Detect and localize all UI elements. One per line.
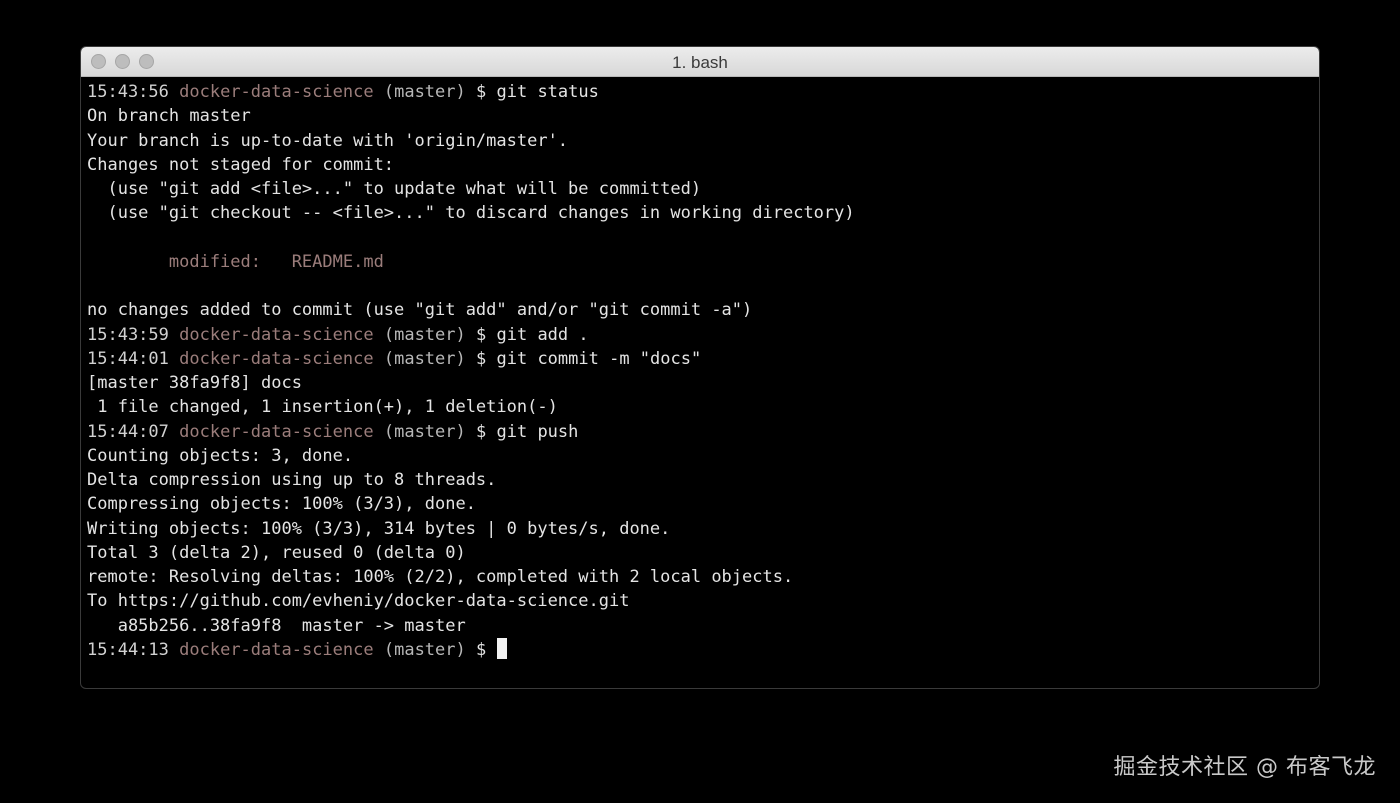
prompt-time: 15:44:01 xyxy=(87,348,169,369)
prompt-directory: docker-data-science xyxy=(179,639,374,660)
prompt-branch: (master) xyxy=(383,421,466,442)
prompt-symbol: $ xyxy=(476,348,487,369)
output-line: Total 3 (delta 2), reused 0 (delta 0) xyxy=(87,542,466,563)
output-line: Counting objects: 3, done. xyxy=(87,445,354,466)
output-line: [master 38fa9f8] docs xyxy=(87,373,302,393)
output-line: Your branch is up-to-date with 'origin/m… xyxy=(87,130,569,151)
prompt-time: 15:43:59 xyxy=(87,324,169,345)
prompt-branch: (master) xyxy=(383,324,466,345)
command-text: git push xyxy=(496,421,579,442)
prompt-symbol: $ xyxy=(476,82,487,102)
watermark: 掘金技术社区 @ 布客飞龙 xyxy=(1113,755,1376,780)
command-text: git status xyxy=(496,82,599,102)
prompt-time: 15:44:13 xyxy=(87,639,169,660)
prompt-directory: docker-data-science xyxy=(179,348,374,369)
output-line: (use "git checkout -- <file>..." to disc… xyxy=(87,203,855,224)
output-line: remote: Resolving deltas: 100% (2/2), co… xyxy=(87,567,794,587)
window-title: 1. bash xyxy=(672,53,728,72)
prompt-line: 15:44:13 docker-data-science (master) $ xyxy=(87,637,1319,662)
text-cursor[interactable] xyxy=(496,637,507,659)
prompt-line: 15:43:56 docker-data-science (master) $ … xyxy=(87,80,1319,104)
prompt-line: 15:44:01 docker-data-science (master) $ … xyxy=(87,347,1319,371)
output-line: (use "git add <file>..." to update what … xyxy=(87,179,702,199)
prompt-branch: (master) xyxy=(383,82,466,102)
output-line: On branch master xyxy=(87,106,251,127)
prompt-line: 15:44:07 docker-data-science (master) $ … xyxy=(87,420,1319,444)
output-line: Writing objects: 100% (3/3), 314 bytes |… xyxy=(87,518,671,539)
title-bar[interactable]: 1. bash xyxy=(81,47,1319,77)
prompt-directory: docker-data-science xyxy=(179,324,374,345)
output-line: 1 file changed, 1 insertion(+), 1 deleti… xyxy=(87,397,558,418)
command-text: git add . xyxy=(496,324,589,345)
prompt-directory: docker-data-science xyxy=(179,82,374,102)
terminal-window: 1. bash 15:43:56 docker-data-science (ma… xyxy=(80,46,1320,689)
prompt-branch: (master) xyxy=(383,639,466,660)
prompt-time: 15:44:07 xyxy=(87,421,169,442)
prompt-directory: docker-data-science xyxy=(179,421,374,442)
prompt-branch: (master) xyxy=(383,348,466,369)
output-line: Compressing objects: 100% (3/3), done. xyxy=(87,494,476,515)
terminal-output[interactable]: 15:43:56 docker-data-science (master) $ … xyxy=(81,77,1319,662)
prompt-symbol: $ xyxy=(476,421,487,442)
prompt-line: 15:43:59 docker-data-science (master) $ … xyxy=(87,323,1319,347)
output-line: To https://github.com/evheniy/docker-dat… xyxy=(87,591,630,612)
modified-file-line: modified: README.md xyxy=(87,251,384,272)
prompt-symbol: $ xyxy=(476,324,487,345)
prompt-symbol: $ xyxy=(476,639,487,660)
output-line: no changes added to commit (use "git add… xyxy=(87,300,753,321)
output-line: Delta compression using up to 8 threads. xyxy=(87,470,497,490)
output-line: a85b256..38fa9f8 master -> master xyxy=(87,615,466,636)
prompt-time: 15:43:56 xyxy=(87,82,169,102)
command-text: git commit -m "docs" xyxy=(496,348,702,369)
output-line: Changes not staged for commit: xyxy=(87,154,395,175)
